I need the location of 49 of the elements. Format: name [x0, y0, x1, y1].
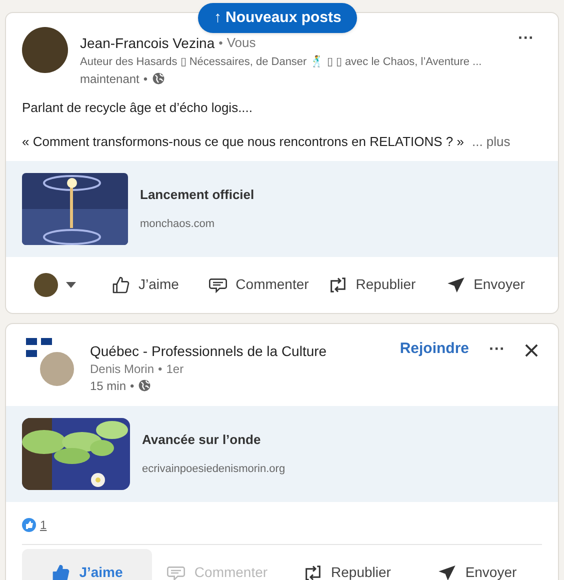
- like-reaction-icon: [22, 518, 36, 532]
- globe-icon: [152, 72, 165, 85]
- link-preview[interactable]: Lancement officiel monchaos.com: [6, 160, 558, 256]
- like-button[interactable]: J’aime: [88, 260, 202, 308]
- separator-dot: •: [143, 70, 148, 86]
- repost-arrows-icon: [303, 562, 324, 580]
- link-title: Avancée sur l’onde: [142, 430, 262, 448]
- link-preview[interactable]: Avancée sur l’onde ecrivainpoesiedenismorin.org: [6, 406, 558, 502]
- author-name[interactable]: Denis Morin: [90, 360, 154, 376]
- link-title: Lancement officiel: [140, 186, 254, 204]
- author-name[interactable]: Jean-Francois Vezina: [80, 34, 215, 52]
- thumbs-up-icon: [51, 562, 72, 580]
- reaction-count[interactable]: 1: [40, 516, 47, 534]
- link-domain: ecrivainpoesiedenismorin.org: [142, 462, 286, 477]
- globe-icon: [138, 379, 152, 392]
- see-more-link[interactable]: ... plus: [472, 132, 510, 150]
- author-headline: Auteur des Hasards ▯ Nécessaires, de Danser 🕺 ▯ ▯ avec le Chaos, l’Aventure ...: [80, 54, 483, 70]
- button-label: Nouveaux posts: [226, 9, 342, 27]
- send-button[interactable]: Envoyer: [412, 548, 542, 580]
- caret-icon: [66, 282, 76, 288]
- repost-button[interactable]: Republier: [315, 260, 428, 308]
- like-button[interactable]: J’aime: [22, 548, 152, 580]
- separator-dot: •: [218, 34, 223, 52]
- separator-dot: •: [158, 360, 162, 376]
- new-posts-button[interactable]: ↑ Nouveaux posts: [198, 3, 358, 33]
- comment-button[interactable]: Commenter: [202, 260, 315, 308]
- join-button[interactable]: Rejoindre: [400, 338, 470, 360]
- post-text: Parlant de recycle âge et d’écho logis....: [22, 100, 253, 114]
- post-time: 15 min: [90, 378, 126, 394]
- group-name[interactable]: Québec - Professionnels de la Culture: [90, 342, 388, 360]
- link-domain: monchaos.com: [140, 217, 216, 232]
- up-arrow-icon: ↑: [214, 9, 222, 27]
- degree-label: 1er: [166, 360, 184, 376]
- paper-plane-icon: [437, 562, 458, 580]
- separator-dot: •: [130, 378, 134, 394]
- avatar-icon: [22, 27, 68, 73]
- post-time: maintenant: [80, 70, 140, 86]
- paper-plane-icon: [446, 274, 466, 294]
- more-options-button[interactable]: ···: [481, 342, 513, 358]
- repost-arrows-icon: [328, 274, 348, 294]
- post-text: « Comment transformons-nous ce que nous rencontrons en RELATIONS ? »: [22, 132, 464, 150]
- repost-button[interactable]: Republier: [282, 548, 412, 580]
- degree-label: Vous: [226, 34, 256, 52]
- more-options-button[interactable]: ···: [514, 31, 538, 47]
- close-icon[interactable]: [525, 344, 538, 356]
- send-button[interactable]: Envoyer: [428, 260, 542, 308]
- thumbs-up-icon: [110, 274, 131, 294]
- avatar-icon: [34, 272, 58, 296]
- flag-icon: [26, 338, 52, 358]
